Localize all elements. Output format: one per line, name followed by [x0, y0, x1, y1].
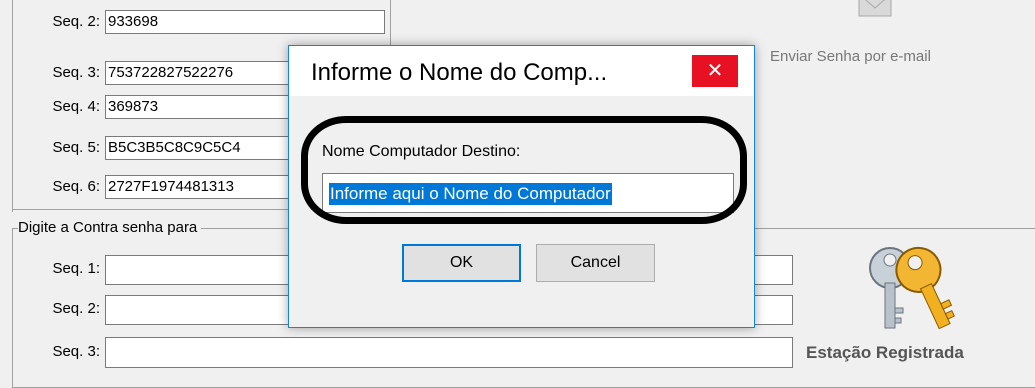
- ok-button[interactable]: OK: [402, 244, 521, 282]
- computer-name-dialog: Informe o Nome do Comp... ✕ Nome Computa…: [288, 45, 755, 328]
- dest-computer-label: Nome Computador Destino:: [322, 143, 521, 160]
- cancel-button[interactable]: Cancel: [536, 244, 655, 282]
- counter-seq3-label: Seq. 3:: [52, 343, 100, 360]
- seq6-field[interactable]: 2727F1974481313: [105, 175, 290, 199]
- dialog-title: Informe o Nome do Comp...: [311, 59, 608, 86]
- seq4-label: Seq. 4:: [52, 98, 100, 115]
- seq6-label: Seq. 6:: [52, 178, 100, 195]
- seq5-field[interactable]: B5C3B5C8C9C5C4: [105, 136, 290, 160]
- seq2-field[interactable]: 933698: [105, 10, 385, 34]
- top-group-divider: [12, 0, 13, 212]
- close-button[interactable]: ✕: [692, 55, 738, 87]
- computer-name-value: Informe aqui o Nome do Computador: [329, 183, 612, 205]
- registered-station-label: Estação Registrada: [806, 343, 964, 362]
- dialog-titlebar[interactable]: Informe o Nome do Comp... ✕: [289, 46, 754, 96]
- counter-seq3-field[interactable]: [105, 337, 793, 368]
- seq5-label: Seq. 5:: [52, 139, 100, 156]
- seq4-field[interactable]: 369873: [105, 95, 290, 119]
- computer-name-input[interactable]: Informe aqui o Nome do Computador: [322, 173, 734, 213]
- counter-seq1-label: Seq. 1:: [52, 260, 100, 277]
- seq2-label: Seq. 2:: [52, 13, 100, 30]
- seq3-label: Seq. 3:: [52, 64, 100, 81]
- send-password-email-link[interactable]: Enviar Senha por e-mail: [770, 48, 931, 65]
- seq3-field[interactable]: 753722827522276: [105, 61, 290, 85]
- bottom-group-title: Digite a Contra senha para: [18, 219, 202, 236]
- keys-icon: [860, 238, 960, 338]
- counter-seq2-label: Seq. 2:: [52, 300, 100, 317]
- close-icon: ✕: [706, 60, 724, 82]
- envelope-icon[interactable]: [858, 0, 892, 18]
